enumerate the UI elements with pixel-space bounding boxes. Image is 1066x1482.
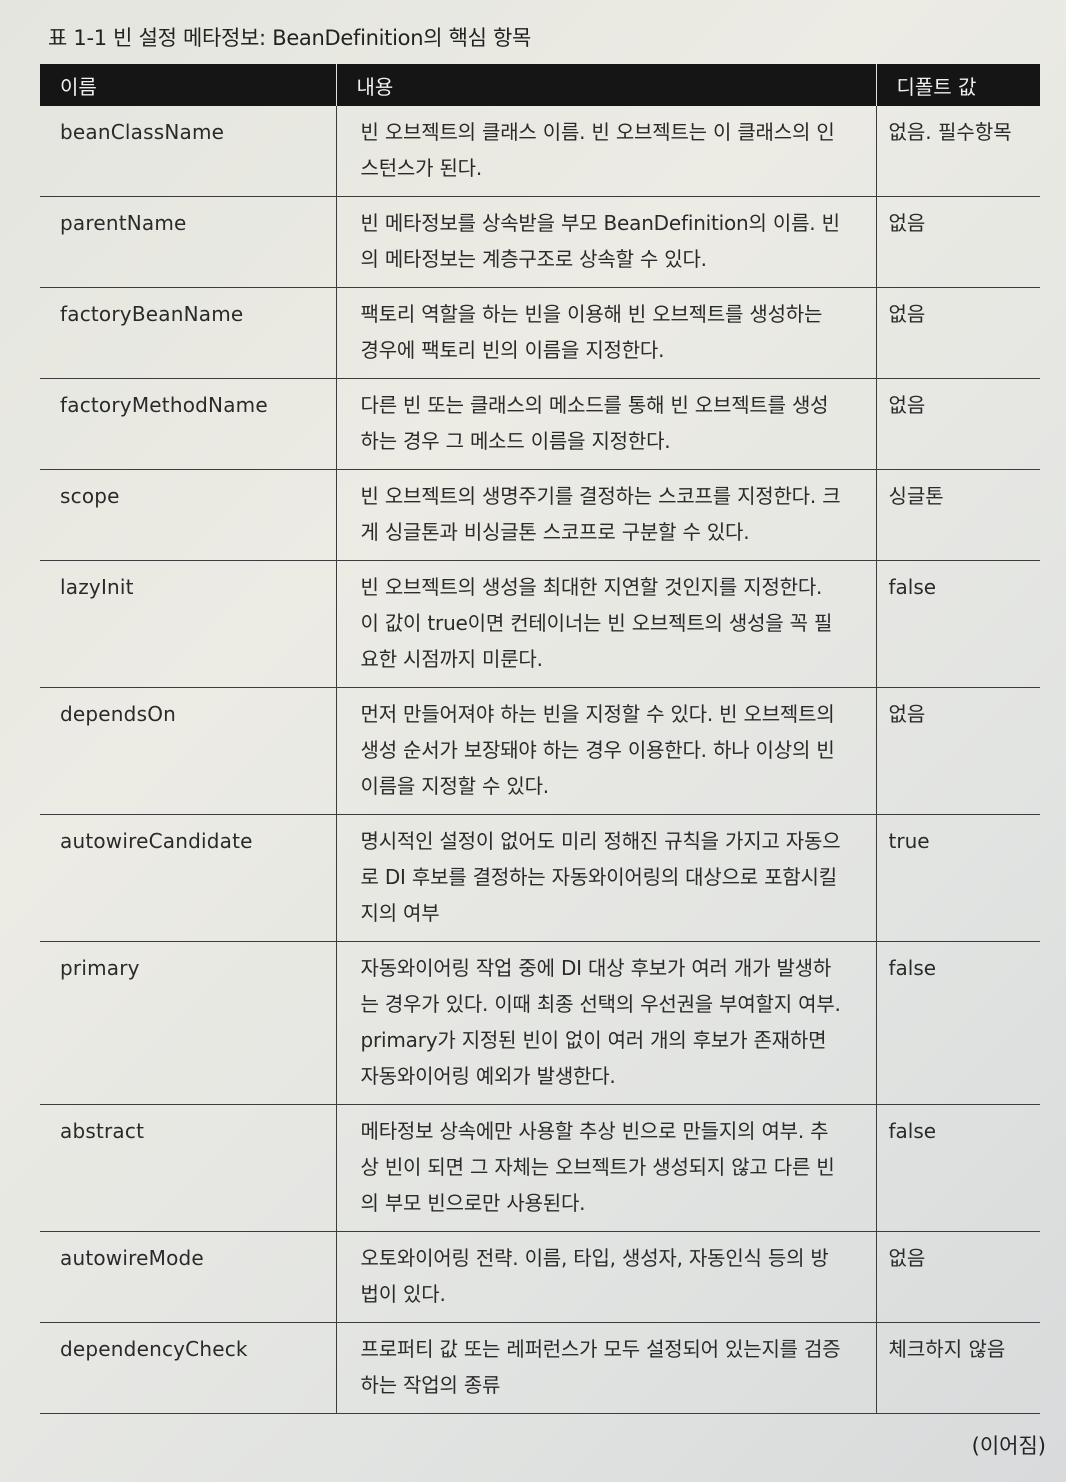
header-default-value: 디폴트 값 xyxy=(875,64,1040,106)
property-default: 없음 xyxy=(875,378,1040,470)
continued-note: (이어짐) xyxy=(971,1434,1046,1458)
property-name: dependsOn xyxy=(40,687,336,815)
table-header-row: 이름 내용 디폴트 값 xyxy=(40,64,1040,106)
property-description: 빈 오브젝트의 생명주기를 결정하는 스코프를 지정한다. 크게 싱글톤과 비싱… xyxy=(335,469,876,561)
property-name: dependencyCheck xyxy=(40,1322,336,1414)
property-description: 오토와이어링 전략. 이름, 타입, 생성자, 자동인식 등의 방법이 있다. xyxy=(335,1231,876,1323)
table-row: autowireMode 오토와이어링 전략. 이름, 타입, 생성자, 자동인… xyxy=(40,1231,1040,1323)
property-name: abstract xyxy=(40,1104,336,1232)
table-row: beanClassName 빈 오브젝트의 클래스 이름. 빈 오브젝트는 이 … xyxy=(40,106,1040,197)
property-default: 없음 xyxy=(875,287,1040,379)
table-caption: 표 1-1 빈 설정 메타정보: BeanDefinition의 핵심 항목 xyxy=(48,26,532,50)
table-row: primary 자동와이어링 작업 중에 DI 대상 후보가 여러 개가 발생하… xyxy=(40,941,1040,1105)
property-description: 빈 메타정보를 상속받을 부모 BeanDefinition의 이름. 빈의 메… xyxy=(335,196,876,288)
property-name: autowireMode xyxy=(40,1231,336,1323)
property-name: primary xyxy=(40,941,336,1105)
document-page: 표 1-1 빈 설정 메타정보: BeanDefinition의 핵심 항목 이… xyxy=(0,0,1066,1482)
property-description: 먼저 만들어져야 하는 빈을 지정할 수 있다. 빈 오브젝트의 생성 순서가 … xyxy=(335,687,876,815)
property-name: scope xyxy=(40,469,336,561)
property-name: parentName xyxy=(40,196,336,288)
table-row: lazyInit 빈 오브젝트의 생성을 최대한 지연할 것인지를 지정한다. … xyxy=(40,560,1040,688)
property-default: true xyxy=(875,814,1040,942)
property-description: 다른 빈 또는 클래스의 메소드를 통해 빈 오브젝트를 생성하는 경우 그 메… xyxy=(335,378,876,470)
table-row: factoryBeanName 팩토리 역할을 하는 빈을 이용해 빈 오브젝트… xyxy=(40,287,1040,379)
property-name: factoryBeanName xyxy=(40,287,336,379)
property-description: 메타정보 상속에만 사용할 추상 빈으로 만들지의 여부. 추상 빈이 되면 그… xyxy=(335,1104,876,1232)
table-row: autowireCandidate 명시적인 설정이 없어도 미리 정해진 규칙… xyxy=(40,814,1040,942)
property-default: 없음 xyxy=(875,196,1040,288)
property-default: 없음 xyxy=(875,1231,1040,1323)
table-row: factoryMethodName 다른 빈 또는 클래스의 메소드를 통해 빈… xyxy=(40,378,1040,470)
property-description: 빈 오브젝트의 생성을 최대한 지연할 것인지를 지정한다. 이 값이 true… xyxy=(335,560,876,688)
table-row: dependsOn 먼저 만들어져야 하는 빈을 지정할 수 있다. 빈 오브젝… xyxy=(40,687,1040,815)
property-default: false xyxy=(875,560,1040,688)
table-row: abstract 메타정보 상속에만 사용할 추상 빈으로 만들지의 여부. 추… xyxy=(40,1104,1040,1232)
header-description: 내용 xyxy=(335,64,876,106)
property-description: 자동와이어링 작업 중에 DI 대상 후보가 여러 개가 발생하는 경우가 있다… xyxy=(335,941,876,1105)
table-row: parentName 빈 메타정보를 상속받을 부모 BeanDefinitio… xyxy=(40,196,1040,288)
property-default: 싱글톤 xyxy=(875,469,1040,561)
property-default: 체크하지 않음 xyxy=(875,1322,1040,1414)
property-name: autowireCandidate xyxy=(40,814,336,942)
property-name: factoryMethodName xyxy=(40,378,336,470)
table-row: scope 빈 오브젝트의 생명주기를 결정하는 스코프를 지정한다. 크게 싱… xyxy=(40,469,1040,561)
property-name: beanClassName xyxy=(40,106,336,197)
property-default: false xyxy=(875,941,1040,1105)
table-row: dependencyCheck 프로퍼티 값 또는 레퍼런스가 모두 설정되어 … xyxy=(40,1322,1040,1414)
property-default: 없음 xyxy=(875,687,1040,815)
property-description: 명시적인 설정이 없어도 미리 정해진 규칙을 가지고 자동으로 DI 후보를 … xyxy=(335,814,876,942)
property-description: 팩토리 역할을 하는 빈을 이용해 빈 오브젝트를 생성하는 경우에 팩토리 빈… xyxy=(335,287,876,379)
property-default: 없음. 필수항목 xyxy=(875,106,1040,197)
property-description: 프로퍼티 값 또는 레퍼런스가 모두 설정되어 있는지를 검증하는 작업의 종류 xyxy=(335,1322,876,1414)
property-description: 빈 오브젝트의 클래스 이름. 빈 오브젝트는 이 클래스의 인스턴스가 된다. xyxy=(335,106,876,197)
header-name: 이름 xyxy=(40,64,336,106)
property-name: lazyInit xyxy=(40,560,336,688)
property-default: false xyxy=(875,1104,1040,1232)
bean-definition-table: 이름 내용 디폴트 값 beanClassName 빈 오브젝트의 클래스 이름… xyxy=(40,64,1040,1414)
